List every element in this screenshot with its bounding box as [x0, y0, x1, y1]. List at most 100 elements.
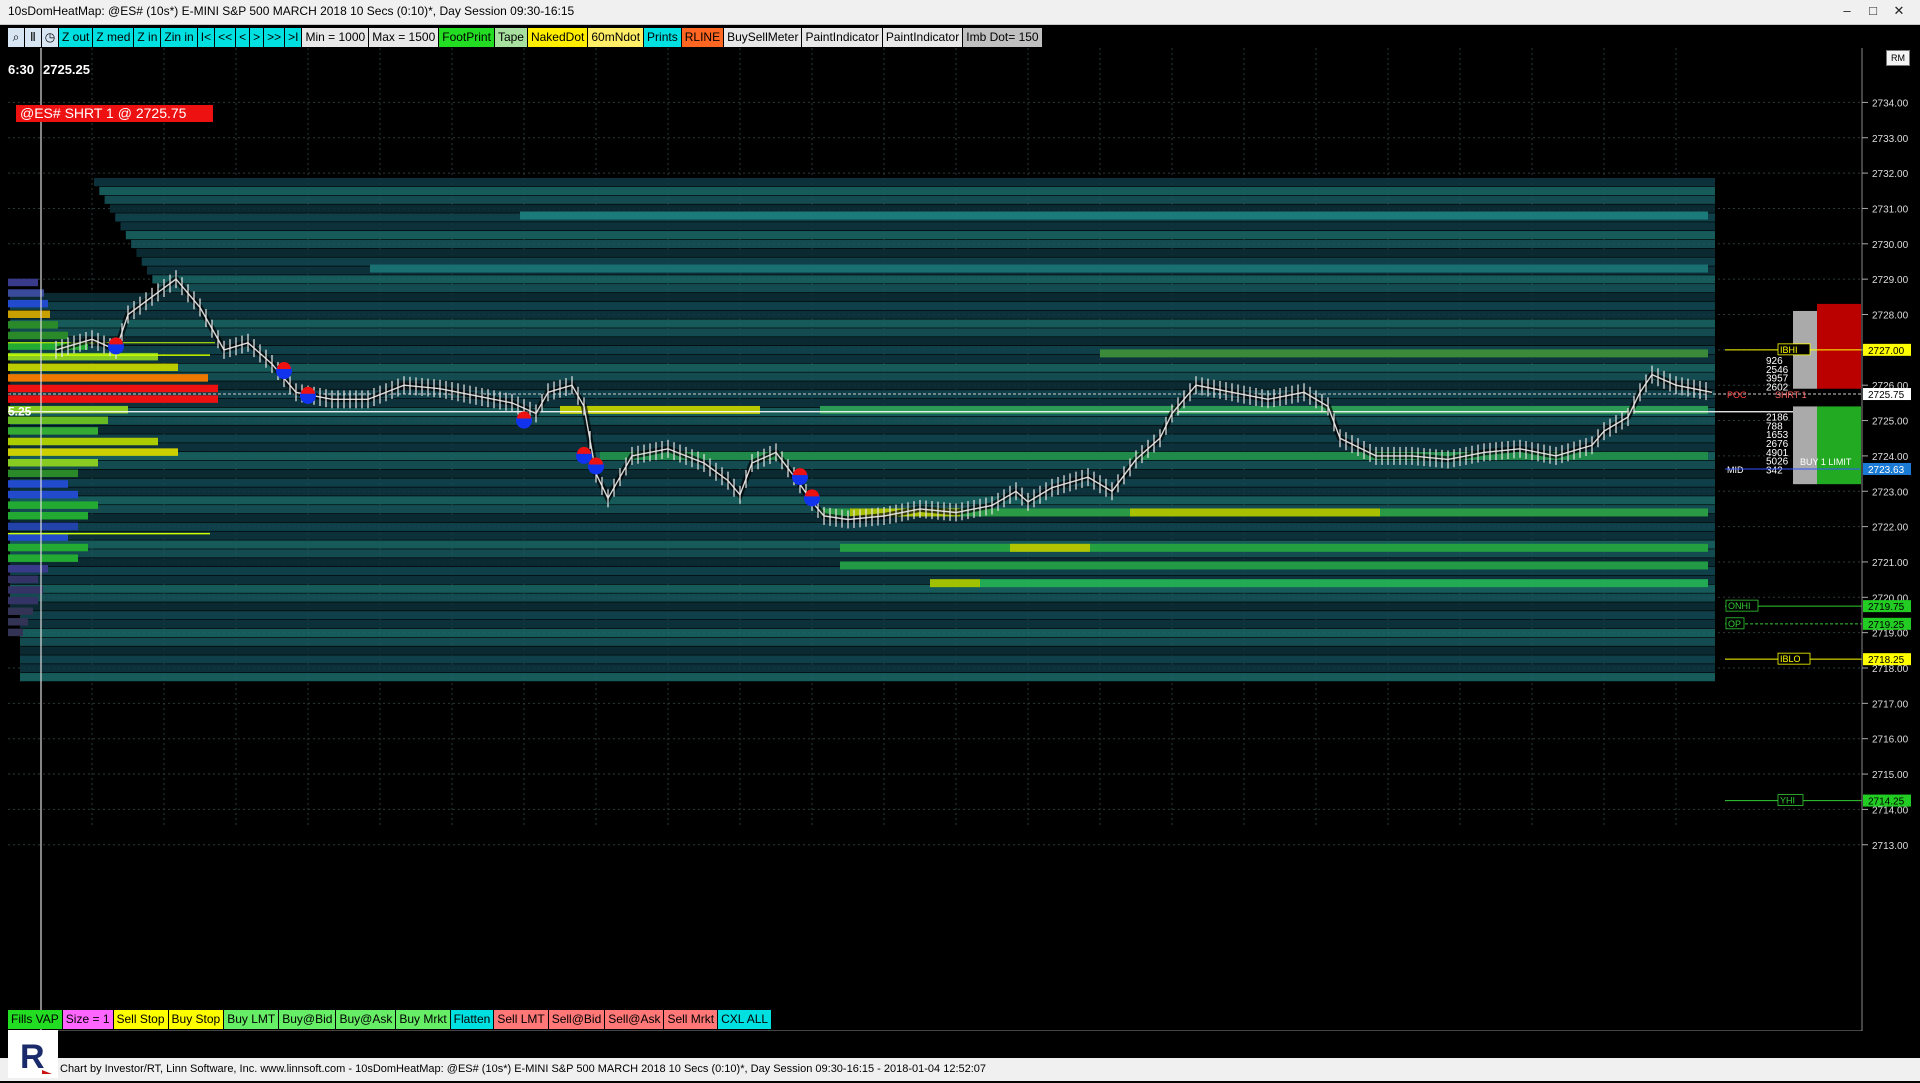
toolbar-button[interactable]: FootPrint — [439, 27, 494, 47]
maximize-button[interactable]: □ — [1862, 2, 1884, 20]
heat-band — [157, 284, 1716, 293]
toolbar-button[interactable]: I< — [197, 27, 215, 47]
rm-button[interactable]: RM — [1886, 50, 1910, 66]
heat-band — [10, 496, 1715, 505]
heat-band — [10, 434, 1715, 443]
heat-band — [10, 460, 1715, 470]
profile-bar — [8, 596, 38, 605]
heatmap-chart[interactable]: @ES# SHRT 1 @ 2725.756:30 2725.255.259262… — [0, 48, 1920, 1051]
order-button[interactable]: Sell@Bid — [548, 1010, 605, 1029]
heat-hot-spot — [560, 405, 760, 414]
order-button[interactable]: Buy Mrkt — [396, 1010, 450, 1029]
toolbar-button[interactable]: RLINE — [681, 27, 724, 47]
toolbar-button[interactable]: Zin in — [161, 27, 197, 47]
heat-band — [10, 443, 1715, 452]
toolbar-button[interactable]: Max = 1500 — [369, 27, 439, 47]
toolbar-button[interactable]: Prints — [644, 27, 681, 47]
toolbar-button[interactable]: >I — [285, 27, 302, 47]
dom-ask-red — [1817, 303, 1861, 389]
order-button[interactable]: Buy Stop — [168, 1010, 224, 1029]
close-button[interactable]: ✕ — [1888, 2, 1910, 20]
chart-area[interactable]: @ES# SHRT 1 @ 2725.75 6:30 2725.25 5.25 926 2… — [0, 48, 1920, 1051]
profile-bar — [8, 607, 33, 615]
short-tag: SHRT 1 — [1775, 390, 1807, 400]
heat-band-bright — [840, 561, 1708, 570]
heat-band-bright — [370, 264, 1708, 273]
toolbar-button[interactable]: Z med — [93, 27, 134, 47]
dom-bid-green — [1817, 406, 1861, 485]
order-button[interactable]: Sell LMT — [494, 1010, 548, 1029]
heat-band — [10, 337, 1715, 346]
y-tick-label: 2734.00 — [1872, 98, 1909, 109]
order-button[interactable]: Sell@Ask — [605, 1010, 664, 1029]
profile-bar — [8, 395, 218, 403]
heat-band — [10, 531, 1715, 540]
order-button[interactable]: Buy@Bid — [279, 1010, 336, 1029]
order-button[interactable]: Sell Mrkt — [664, 1010, 718, 1029]
candles-icon[interactable]: Ⅱ — [25, 27, 41, 47]
heat-band — [125, 231, 1716, 240]
toolbar-button[interactable]: >> — [264, 27, 285, 47]
profile-bar — [8, 352, 158, 361]
order-button[interactable]: Fills VAP — [8, 1010, 62, 1029]
order-button[interactable]: Buy@Ask — [336, 1010, 396, 1029]
profile-bar — [8, 543, 88, 552]
heat-band-bright — [840, 543, 1708, 552]
heat-band — [20, 637, 1715, 646]
heat-band-bright — [980, 579, 1708, 588]
heat-band — [10, 292, 1715, 302]
order-button[interactable]: Size = 1 — [62, 1010, 113, 1029]
toolbar-button[interactable]: Z out — [59, 27, 93, 47]
y-price-box-label: 2727.00 — [1868, 346, 1905, 357]
y-price-box-label: 2718.25 — [1868, 655, 1905, 666]
y-price-box-label: 2714.25 — [1868, 797, 1905, 808]
profile-bar — [8, 363, 178, 372]
y-tick-label: 2722.00 — [1872, 523, 1909, 534]
footer-bar: Chart by Investor/RT, Linn Software, Inc… — [0, 1058, 1920, 1081]
profile-bar — [8, 501, 98, 509]
heat-band — [20, 664, 1715, 673]
heat-band-bright — [1100, 349, 1708, 358]
y-tick-label: 2731.00 — [1872, 204, 1909, 215]
order-button[interactable]: Sell Stop — [113, 1010, 168, 1029]
clock-icon[interactable]: ◷ — [42, 27, 58, 47]
zoom-icon[interactable]: ⌕ — [8, 27, 24, 47]
toolbar-button[interactable]: NakedDot — [527, 27, 588, 47]
order-button[interactable]: CXL ALL — [718, 1010, 772, 1029]
heat-band — [152, 275, 1715, 284]
toolbar-button[interactable]: PaintIndicator — [802, 27, 882, 47]
heat-band — [20, 655, 1715, 664]
profile-bar — [8, 321, 58, 329]
order-button[interactable]: Buy LMT — [224, 1010, 279, 1029]
toolbar-button[interactable]: Z in — [134, 27, 161, 47]
heat-band — [120, 222, 1715, 231]
y-tick-label: 2717.00 — [1872, 699, 1909, 710]
heat-hot-spot — [930, 579, 980, 588]
left-price-fragment: 5.25 — [8, 405, 32, 419]
y-tick-label: 2729.00 — [1872, 275, 1909, 286]
heat-band — [20, 628, 1715, 638]
minimize-button[interactable]: – — [1836, 2, 1858, 20]
toolbar-button[interactable]: > — [250, 27, 264, 47]
y-price-box-label: 2725.75 — [1868, 390, 1905, 401]
toolbar: ⌕ Ⅱ ◷ Z out Z med Z in Zin in I< << < > >> >I Min = 1… — [8, 26, 1128, 48]
level-tag: IBLO — [1780, 654, 1801, 664]
profile-bar — [8, 374, 208, 382]
toolbar-button[interactable]: PaintIndicator — [882, 27, 963, 47]
toolbar-button[interactable]: < — [236, 27, 250, 47]
toolbar-button[interactable]: Tape — [494, 27, 527, 47]
toolbar-button[interactable]: Min = 1000 — [302, 27, 369, 47]
toolbar-button[interactable]: << — [215, 27, 236, 47]
heat-band — [10, 602, 1715, 611]
toolbar-button[interactable]: 60mNdot — [588, 27, 644, 47]
poc-label: POC — [1727, 390, 1747, 400]
profile-bar — [8, 469, 78, 478]
y-tick-label: 2725.00 — [1872, 417, 1909, 428]
profile-bar — [8, 575, 38, 584]
y-tick-label: 2733.00 — [1872, 134, 1909, 145]
profile-bar — [8, 310, 50, 318]
heat-band — [10, 310, 1715, 319]
toolbar-button[interactable]: BuySellMeter — [724, 27, 802, 47]
toolbar-button[interactable]: Imb Dot= 150 — [963, 27, 1042, 47]
order-button[interactable]: Flatten — [450, 1010, 494, 1029]
